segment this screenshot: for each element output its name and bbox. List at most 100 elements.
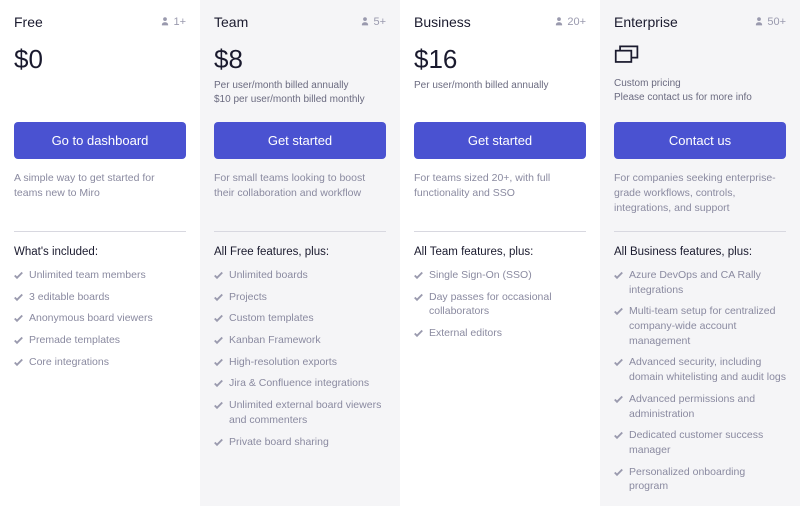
feature-item: 3 editable boards xyxy=(14,290,186,305)
feature-item: Personalized onboarding program xyxy=(614,465,786,494)
feature-text: Dedicated customer success manager xyxy=(629,428,786,457)
feature-item: Core integrations xyxy=(14,355,186,370)
get-started-button[interactable]: Get started xyxy=(414,122,586,159)
check-icon xyxy=(214,335,223,344)
price: $8 xyxy=(214,44,386,75)
divider xyxy=(14,231,186,232)
check-icon xyxy=(214,270,223,279)
check-icon xyxy=(614,306,623,315)
seat-label: 50+ xyxy=(767,16,786,28)
seat-count: 1+ xyxy=(160,16,186,29)
feature-text: Kanban Framework xyxy=(229,333,321,348)
feature-item: Unlimited external board viewers and com… xyxy=(214,398,386,427)
features-title: All Team features, plus: xyxy=(414,246,586,258)
feature-item: Advanced permissions and administration xyxy=(614,392,786,421)
feature-item: External editors xyxy=(414,326,586,341)
tier-header: Free 1+ xyxy=(14,14,186,30)
tier-team: Team 5+ $8 Per user/month billed annuall… xyxy=(200,0,400,506)
seat-label: 1+ xyxy=(173,16,186,28)
feature-text: 3 editable boards xyxy=(29,290,110,305)
features-title: What's included: xyxy=(14,246,186,258)
feature-text: Projects xyxy=(229,290,267,305)
tier-name: Team xyxy=(214,14,248,30)
price-block: Custom pricing Please contact us for mor… xyxy=(614,44,786,122)
feature-item: Private board sharing xyxy=(214,435,386,450)
feature-text: Multi-team setup for centralized company… xyxy=(629,304,786,348)
tier-name: Business xyxy=(414,14,471,30)
price: $0 xyxy=(14,44,186,75)
feature-text: Jira & Confluence integrations xyxy=(229,376,369,391)
feature-item: Advanced security, including domain whit… xyxy=(614,355,786,384)
check-icon xyxy=(14,313,23,322)
check-icon xyxy=(414,292,423,301)
person-icon xyxy=(360,16,370,29)
feature-item: Dedicated customer success manager xyxy=(614,428,786,457)
seat-count: 20+ xyxy=(554,16,586,29)
check-icon xyxy=(614,270,623,279)
feature-item: Premade templates xyxy=(14,333,186,348)
feature-text: Unlimited external board viewers and com… xyxy=(229,398,386,427)
feature-item: Day passes for occasional collaborators xyxy=(414,290,586,319)
price-subtext: Per user/month billed annually xyxy=(214,79,386,93)
check-icon xyxy=(214,292,223,301)
get-started-button[interactable]: Get started xyxy=(214,122,386,159)
features-list: Single Sign-On (SSO) Day passes for occa… xyxy=(414,268,586,341)
price-block: $16 Per user/month billed annually xyxy=(414,44,586,122)
divider xyxy=(414,231,586,232)
check-icon xyxy=(214,378,223,387)
tier-description: For teams sized 20+, with full functiona… xyxy=(414,171,586,219)
check-icon xyxy=(14,270,23,279)
features-list: Azure DevOps and CA Rally integrations M… xyxy=(614,268,786,494)
divider xyxy=(214,231,386,232)
enterprise-icon xyxy=(614,44,786,71)
go-to-dashboard-button[interactable]: Go to dashboard xyxy=(14,122,186,159)
feature-text: Single Sign-On (SSO) xyxy=(429,268,532,283)
tier-header: Enterprise 50+ xyxy=(614,14,786,30)
price-subtext: Custom pricing xyxy=(614,77,786,91)
pricing-grid: Free 1+ $0 Go to dashboard A simple way … xyxy=(0,0,800,506)
feature-text: Unlimited boards xyxy=(229,268,308,283)
check-icon xyxy=(214,437,223,446)
feature-item: Multi-team setup for centralized company… xyxy=(614,304,786,348)
feature-text: Premade templates xyxy=(29,333,120,348)
check-icon xyxy=(614,357,623,366)
tier-header: Team 5+ xyxy=(214,14,386,30)
seat-label: 20+ xyxy=(567,16,586,28)
features-list: Unlimited boards Projects Custom templat… xyxy=(214,268,386,449)
seat-count: 5+ xyxy=(360,16,386,29)
person-icon xyxy=(554,16,564,29)
seat-label: 5+ xyxy=(373,16,386,28)
tier-name: Free xyxy=(14,14,43,30)
feature-item: Jira & Confluence integrations xyxy=(214,376,386,391)
check-icon xyxy=(414,270,423,279)
tier-description: For small teams looking to boost their c… xyxy=(214,171,386,219)
tier-enterprise: Enterprise 50+ Custom pricing Please con… xyxy=(600,0,800,506)
price-subtext: $10 per user/month billed monthly xyxy=(214,93,386,107)
check-icon xyxy=(14,335,23,344)
check-icon xyxy=(214,400,223,409)
check-icon xyxy=(614,394,623,403)
tier-description: For companies seeking enterprise-grade w… xyxy=(614,171,786,219)
check-icon xyxy=(14,357,23,366)
price-subtext: Per user/month billed annually xyxy=(414,79,586,93)
feature-item: Projects xyxy=(214,290,386,305)
feature-text: Azure DevOps and CA Rally integrations xyxy=(629,268,786,297)
feature-text: Custom templates xyxy=(229,311,314,326)
contact-us-button[interactable]: Contact us xyxy=(614,122,786,159)
price: $16 xyxy=(414,44,586,75)
check-icon xyxy=(14,292,23,301)
tier-free: Free 1+ $0 Go to dashboard A simple way … xyxy=(0,0,200,506)
feature-item: Kanban Framework xyxy=(214,333,386,348)
tier-business: Business 20+ $16 Per user/month billed a… xyxy=(400,0,600,506)
seat-count: 50+ xyxy=(754,16,786,29)
person-icon xyxy=(160,16,170,29)
check-icon xyxy=(214,313,223,322)
divider xyxy=(614,231,786,232)
feature-item: Anonymous board viewers xyxy=(14,311,186,326)
feature-text: Anonymous board viewers xyxy=(29,311,153,326)
tier-description: A simple way to get started for teams ne… xyxy=(14,171,186,219)
feature-item: Unlimited team members xyxy=(14,268,186,283)
feature-text: External editors xyxy=(429,326,502,341)
feature-item: Single Sign-On (SSO) xyxy=(414,268,586,283)
feature-item: High-resolution exports xyxy=(214,355,386,370)
